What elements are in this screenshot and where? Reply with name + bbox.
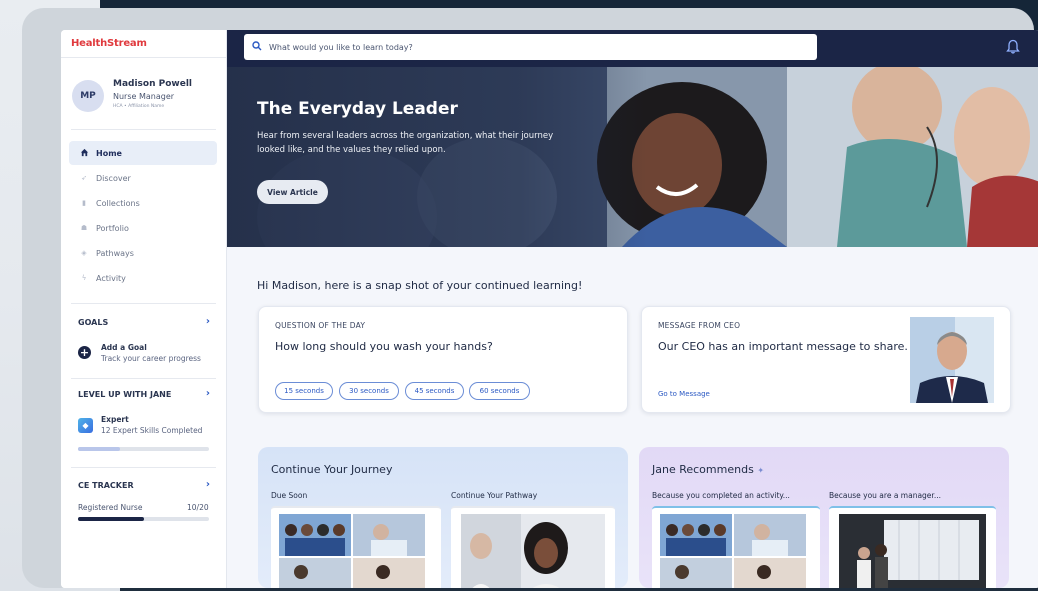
sidebar-item-activity[interactable]: ϟ Activity <box>69 266 217 290</box>
main-content: Hi Madison, here is a snap shot of your … <box>227 247 1038 588</box>
divider <box>71 303 216 304</box>
sidebar-item-label: Discover <box>96 173 131 183</box>
pathways-icon: ◈ <box>81 249 87 257</box>
collections-icon: ▮ <box>82 199 86 207</box>
chevron-right-icon[interactable]: › <box>206 480 210 490</box>
goals-heading-label: GOALS <box>78 318 109 327</box>
level-up-heading[interactable]: LEVEL UP WITH JANE › <box>78 389 210 400</box>
ceo-message: Our CEO has an important message to shar… <box>658 340 908 353</box>
view-article-button[interactable]: View Article <box>257 180 328 204</box>
divider <box>61 57 226 58</box>
app-screen: HealthStream MP Madison Powell Nurse Man… <box>61 30 1038 588</box>
answer-option-15[interactable]: 15 seconds <box>275 382 333 400</box>
sidebar-item-label: Activity <box>96 273 126 283</box>
user-subtitle: HCA • Affiliation Name <box>113 104 165 109</box>
add-goal-subtitle: Track your career progress <box>101 354 201 363</box>
due-soon-label: Due Soon <box>271 491 308 500</box>
ce-tracker-count: 10/20 <box>187 503 209 512</box>
journey-title: Continue Your Journey <box>271 463 393 476</box>
question-text: How long should you wash your hands? <box>275 340 493 353</box>
continue-journey-panel: Continue Your Journey Due Soon Continue … <box>258 447 628 588</box>
continue-pathway-thumbnail <box>461 514 605 588</box>
ceo-photo <box>910 317 994 403</box>
logo-text: HealthStream <box>71 38 147 49</box>
answer-option-30[interactable]: 30 seconds <box>339 382 399 400</box>
sidebar-item-pathways[interactable]: ◈ Pathways <box>69 241 217 265</box>
search-icon <box>252 40 262 54</box>
hero-banner: The Everyday Leader Hear from several le… <box>227 67 1038 247</box>
notification-bell-icon[interactable] <box>1006 39 1020 55</box>
ce-tracker-heading[interactable]: CE TRACKER › <box>78 480 210 491</box>
goals-heading[interactable]: GOALS › <box>78 317 210 328</box>
question-of-the-day-card: QUESTION OF THE DAY How long should you … <box>258 306 628 413</box>
top-bar: What would you like to learn today? <box>227 30 1038 67</box>
sidebar-item-label: Home <box>96 148 122 158</box>
message-from-ceo-card: MESSAGE FROM CEO Our CEO has an importan… <box>641 306 1011 413</box>
hero-overlay <box>227 67 647 247</box>
sidebar-item-discover[interactable]: ➶ Discover <box>69 166 217 190</box>
user-name: Madison Powell <box>113 79 193 89</box>
recommendation-card-1[interactable] <box>652 506 820 588</box>
expert-subtitle: 12 Expert Skills Completed <box>101 426 203 435</box>
recommends-title-text: Jane Recommends <box>652 463 754 476</box>
recommendation-thumbnail-2 <box>839 514 986 588</box>
ce-tracker-progress-fill <box>78 517 144 521</box>
go-to-message-link[interactable]: Go to Message <box>658 390 710 398</box>
sidebar-item-label: Portfolio <box>96 223 129 233</box>
sparkle-icon: ✦ <box>757 466 765 475</box>
sidebar-item-portfolio[interactable]: ☗ Portfolio <box>69 216 217 240</box>
ce-tracker-progress-bar <box>78 517 209 521</box>
activity-icon: ϟ <box>81 274 87 282</box>
sidebar-item-collections[interactable]: ▮ Collections <box>69 191 217 215</box>
continue-pathway-card[interactable] <box>451 506 615 588</box>
recommend-reason-manager: Because you are a manager... <box>829 491 941 500</box>
search-input[interactable]: What would you like to learn today? <box>244 34 817 60</box>
level-up-heading-label: LEVEL UP WITH JANE <box>78 390 172 399</box>
sidebar-item-label: Pathways <box>96 248 134 258</box>
user-role: Nurse Manager <box>113 92 175 101</box>
greeting-text: Hi Madison, here is a snap shot of your … <box>257 279 583 292</box>
divider <box>71 467 216 468</box>
jane-recommends-panel: Jane Recommends ✦ Because you completed … <box>639 447 1009 588</box>
portfolio-icon: ☗ <box>80 224 88 232</box>
sidebar: HealthStream MP Madison Powell Nurse Man… <box>61 30 227 588</box>
level-up-progress-fill <box>78 447 120 451</box>
divider <box>71 129 216 130</box>
sidebar-item-home[interactable]: Home <box>69 141 217 165</box>
search-placeholder: What would you like to learn today? <box>269 42 413 52</box>
ceo-kicker: MESSAGE FROM CEO <box>658 321 741 330</box>
expert-title: Expert <box>101 415 129 424</box>
question-kicker: QUESTION OF THE DAY <box>275 321 366 330</box>
recommend-reason-activity: Because you completed an activity... <box>652 491 790 500</box>
device-frame: HealthStream MP Madison Powell Nurse Man… <box>22 8 1038 588</box>
add-goal-title[interactable]: Add a Goal <box>101 343 147 352</box>
add-goal-icon[interactable]: + <box>78 346 91 359</box>
recommendation-card-2[interactable] <box>829 506 996 588</box>
ce-tracker-heading-label: CE TRACKER <box>78 481 134 490</box>
sidebar-item-label: Collections <box>96 198 140 208</box>
answer-option-60[interactable]: 60 seconds <box>469 382 530 400</box>
recommends-title: Jane Recommends ✦ <box>652 463 764 476</box>
chevron-right-icon[interactable]: › <box>206 389 210 399</box>
due-soon-card[interactable] <box>271 506 441 588</box>
answer-option-45[interactable]: 45 seconds <box>405 382 464 400</box>
continue-pathway-label: Continue Your Pathway <box>451 491 538 500</box>
due-soon-thumbnail <box>279 514 425 588</box>
hero-description: Hear from several leaders across the org… <box>257 131 554 155</box>
ce-tracker-label: Registered Nurse <box>78 503 143 512</box>
divider <box>71 378 216 379</box>
expert-badge-icon: ◆ <box>78 418 93 433</box>
hero-title: The Everyday Leader <box>257 99 458 119</box>
avatar[interactable]: MP <box>72 80 104 112</box>
app-logo[interactable]: HealthStream <box>71 38 147 49</box>
home-icon <box>78 148 90 159</box>
level-up-progress-bar <box>78 447 209 451</box>
discover-icon: ➶ <box>81 174 87 182</box>
chevron-right-icon[interactable]: › <box>206 317 210 327</box>
recommendation-thumbnail-1 <box>660 514 806 588</box>
